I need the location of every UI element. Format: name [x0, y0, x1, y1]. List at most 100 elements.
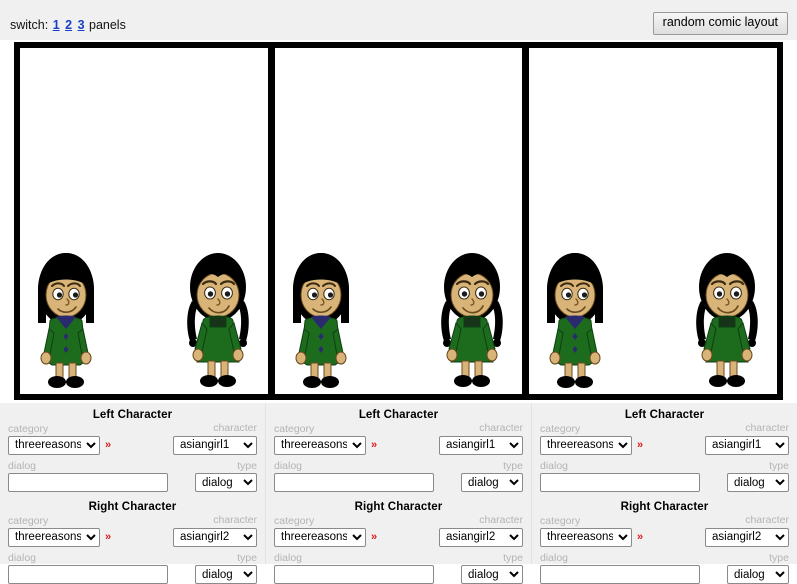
right-dialog-field-3: dialog	[540, 552, 700, 584]
left-type-label-3: type	[727, 460, 789, 472]
right-category-field-1: category threereasons »	[8, 515, 111, 547]
character-sprite-right-1[interactable]	[182, 249, 254, 394]
right-category-field-3: category threereasons »	[540, 515, 643, 547]
right-type-select-2[interactable]: dialog	[461, 565, 523, 584]
right-character-title-2: Right Character	[274, 501, 523, 513]
left-category-field-3: category threereasons »	[540, 423, 643, 455]
left-character-select-2[interactable]: asiangirl1	[439, 436, 523, 455]
left-character-title-2: Left Character	[274, 409, 523, 421]
right-dialog-field-2: dialog	[274, 552, 434, 584]
right-category-next-icon-2[interactable]: »	[371, 528, 377, 547]
left-character-title-1: Left Character	[8, 409, 257, 421]
left-category-select-1[interactable]: threereasons	[8, 436, 100, 455]
left-row-dialog-1: dialog type dialog	[8, 460, 257, 493]
right-type-field-3: type dialog	[727, 552, 789, 584]
left-dialog-field-3: dialog	[540, 460, 700, 493]
right-category-label-3: category	[540, 515, 643, 527]
left-dialog-label-2: dialog	[274, 460, 434, 472]
left-character-title-3: Left Character	[540, 409, 789, 421]
character-sprite-left-1[interactable]	[30, 249, 102, 394]
left-category-label-2: category	[274, 423, 377, 435]
right-character-field-2: character asiangirl2	[439, 514, 523, 547]
right-row-dialog-1: dialog type dialog	[8, 552, 257, 584]
left-character-field-1: character asiangirl1	[173, 422, 257, 455]
left-type-select-1[interactable]: dialog	[195, 473, 257, 492]
right-dialog-label-2: dialog	[274, 552, 434, 564]
right-type-label-1: type	[195, 552, 257, 564]
right-dialog-input-1[interactable]	[8, 565, 168, 584]
left-dialog-label-1: dialog	[8, 460, 168, 472]
right-character-select-3[interactable]: asiangirl2	[705, 528, 789, 547]
left-dialog-input-3[interactable]	[540, 473, 700, 492]
panel-switcher: switch: 1 2 3 panels	[10, 18, 126, 32]
left-category-field-2: category threereasons »	[274, 423, 377, 455]
character-sprite-right-3[interactable]	[691, 249, 763, 394]
right-category-select-1[interactable]: threereasons	[8, 528, 100, 547]
comic-panel-1[interactable]	[20, 48, 268, 394]
right-category-next-icon-3[interactable]: »	[637, 528, 643, 547]
right-character-title-3: Right Character	[540, 501, 789, 513]
right-category-label-2: category	[274, 515, 377, 527]
right-type-label-3: type	[727, 552, 789, 564]
character-sprite-left-2[interactable]	[285, 249, 357, 394]
left-character-select-1[interactable]: asiangirl1	[173, 436, 257, 455]
right-character-block-1: Right Character category threereasons » …	[8, 501, 257, 584]
right-type-field-1: type dialog	[195, 552, 257, 584]
switch-panels-3[interactable]: 3	[77, 18, 86, 32]
right-type-select-1[interactable]: dialog	[195, 565, 257, 584]
right-dialog-label-1: dialog	[8, 552, 168, 564]
comic-panel-3[interactable]	[529, 48, 777, 394]
left-category-label-3: category	[540, 423, 643, 435]
right-character-label-3: character	[705, 514, 789, 526]
right-character-select-1[interactable]: asiangirl2	[173, 528, 257, 547]
comic-panel-2[interactable]	[275, 48, 523, 394]
left-character-field-2: character asiangirl1	[439, 422, 523, 455]
left-type-field-2: type dialog	[461, 460, 523, 493]
character-sprite-right-2[interactable]	[436, 249, 508, 394]
switch-panels-1[interactable]: 1	[52, 18, 61, 32]
switch-panels-2[interactable]: 2	[64, 18, 73, 32]
left-type-select-3[interactable]: dialog	[727, 473, 789, 492]
right-category-select-3[interactable]: threereasons	[540, 528, 632, 547]
right-type-label-2: type	[461, 552, 523, 564]
right-character-block-3: Right Character category threereasons » …	[540, 501, 789, 584]
left-row-category-1: category threereasons » character asiang…	[8, 422, 257, 455]
left-category-select-3[interactable]: threereasons	[540, 436, 632, 455]
random-comic-layout-button[interactable]: random comic layout	[653, 12, 788, 35]
left-category-label-1: category	[8, 423, 111, 435]
right-dialog-input-2[interactable]	[274, 565, 434, 584]
left-dialog-input-2[interactable]	[274, 473, 434, 492]
controls-column-2: Left Character category threereasons » c…	[265, 403, 531, 564]
left-character-select-3[interactable]: asiangirl1	[705, 436, 789, 455]
right-character-block-2: Right Character category threereasons » …	[274, 501, 523, 584]
right-category-next-icon-1[interactable]: »	[105, 528, 111, 547]
left-type-select-2[interactable]: dialog	[461, 473, 523, 492]
right-type-select-3[interactable]: dialog	[727, 565, 789, 584]
right-type-field-2: type dialog	[461, 552, 523, 584]
left-category-next-icon-3[interactable]: »	[637, 436, 643, 455]
left-category-next-icon-2[interactable]: »	[371, 436, 377, 455]
right-row-dialog-2: dialog type dialog	[274, 552, 523, 584]
right-character-select-2[interactable]: asiangirl2	[439, 528, 523, 547]
left-dialog-field-1: dialog	[8, 460, 168, 493]
panels-label: panels	[89, 18, 126, 32]
right-row-category-3: category threereasons » character asiang…	[540, 514, 789, 547]
right-category-select-2[interactable]: threereasons	[274, 528, 366, 547]
left-row-dialog-3: dialog type dialog	[540, 460, 789, 493]
right-row-category-1: category threereasons » character asiang…	[8, 514, 257, 547]
controls-column-1: Left Character category threereasons » c…	[0, 403, 265, 564]
left-type-label-1: type	[195, 460, 257, 472]
left-character-block-2: Left Character category threereasons » c…	[274, 409, 523, 492]
left-character-label-1: character	[173, 422, 257, 434]
left-character-block-1: Left Character category threereasons » c…	[8, 409, 257, 492]
left-category-select-2[interactable]: threereasons	[274, 436, 366, 455]
right-dialog-input-3[interactable]	[540, 565, 700, 584]
left-category-next-icon-1[interactable]: »	[105, 436, 111, 455]
left-character-block-3: Left Character category threereasons » c…	[540, 409, 789, 492]
character-sprite-left-3[interactable]	[539, 249, 611, 394]
left-dialog-label-3: dialog	[540, 460, 700, 472]
left-dialog-input-1[interactable]	[8, 473, 168, 492]
right-category-field-2: category threereasons »	[274, 515, 377, 547]
right-row-category-2: category threereasons » character asiang…	[274, 514, 523, 547]
right-dialog-field-1: dialog	[8, 552, 168, 584]
